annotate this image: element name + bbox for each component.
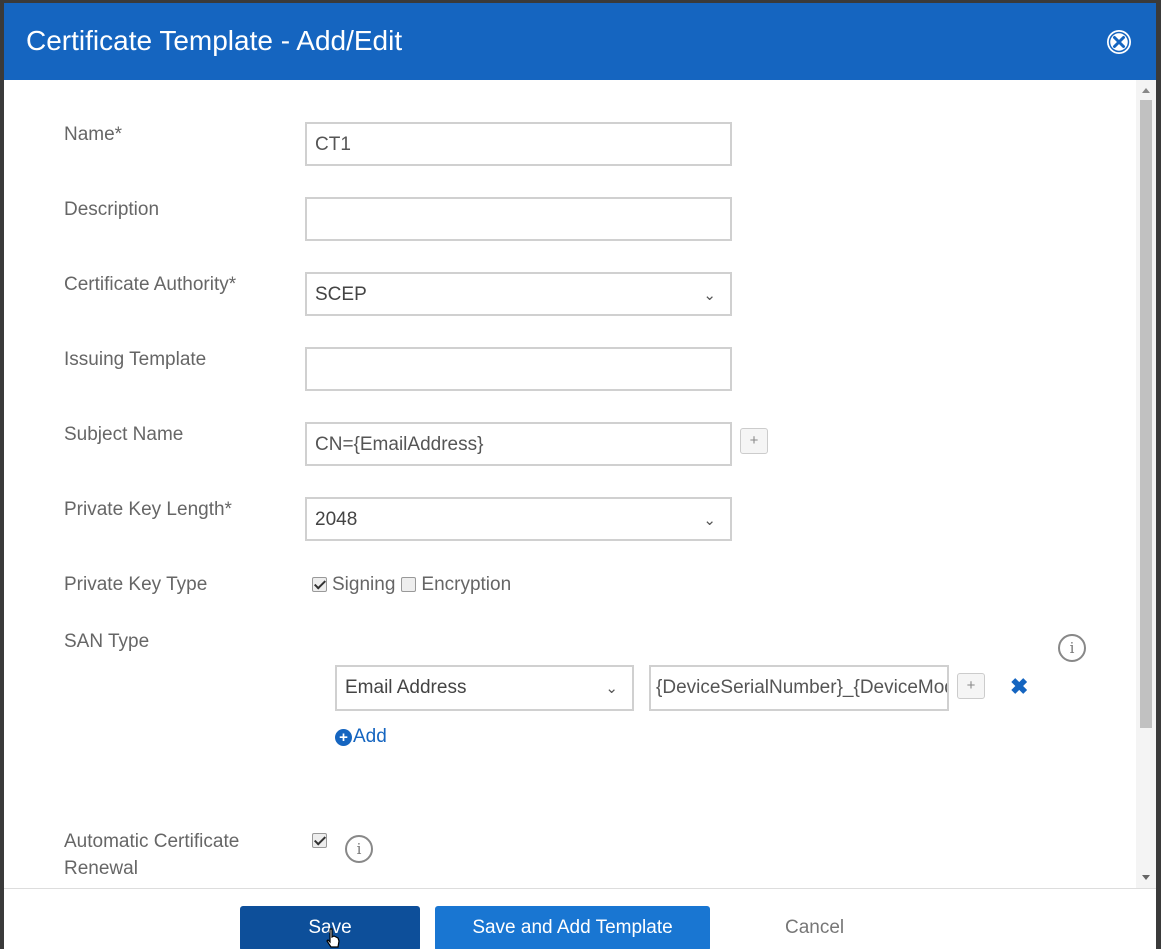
hand-cursor-icon — [326, 928, 340, 948]
signing-checkbox[interactable] — [312, 577, 327, 592]
san-type-select[interactable]: Email Address ⌄ — [335, 665, 634, 711]
auto-renewal-checkbox[interactable] — [312, 833, 327, 848]
encryption-checkbox[interactable] — [401, 577, 417, 592]
subject-name-input[interactable]: CN={EmailAddress} — [305, 422, 732, 466]
private-key-length-value: 2048 — [315, 509, 358, 530]
name-label: Name* — [64, 124, 123, 145]
certificate-authority-value: SCEP — [315, 284, 367, 305]
add-san-link[interactable]: + Add — [335, 726, 387, 748]
san-plus-button[interactable]: + — [957, 673, 985, 699]
dialog-footer: Save Save and Add Template Cancel — [4, 888, 1156, 949]
subject-name-label: Subject Name — [64, 424, 184, 445]
private-key-length-label: Private Key Length* — [64, 499, 232, 520]
chevron-down-icon: ⌄ — [703, 512, 716, 529]
name-input[interactable]: CT1 — [305, 122, 732, 166]
private-key-type-options: Signing Encryption — [312, 571, 511, 598]
certificate-authority-select[interactable]: SCEP ⌄ — [305, 272, 732, 316]
add-san-label: Add — [353, 726, 387, 747]
encryption-label: Encryption — [421, 573, 512, 595]
info-icon[interactable]: i — [1058, 634, 1086, 662]
certificate-authority-label: Certificate Authority* — [64, 274, 237, 295]
scrollbar-thumb[interactable] — [1140, 100, 1152, 728]
private-key-type-label: Private Key Type — [64, 574, 208, 595]
subject-name-plus-button[interactable]: + — [740, 428, 768, 454]
auto-renewal-label: Automatic Certificate Renewal — [64, 831, 240, 879]
chevron-down-icon: ⌄ — [703, 287, 716, 304]
description-input[interactable] — [305, 197, 732, 241]
info-icon[interactable]: i — [345, 835, 373, 863]
certificate-template-dialog: Certificate Template - Add/Edit Name* CT… — [4, 3, 1156, 949]
cancel-button[interactable]: Cancel — [785, 906, 844, 949]
signing-label: Signing — [332, 573, 396, 595]
issuing-template-input[interactable] — [305, 347, 732, 391]
san-type-label: SAN Type — [64, 631, 150, 652]
remove-x-icon[interactable]: ✖ — [1010, 676, 1028, 698]
plus-circle-icon: + — [335, 728, 352, 746]
dialog-body: Name* CT1 Description Certificate Author… — [4, 80, 1156, 888]
san-value-input[interactable]: {DeviceSerialNumber}_{DeviceModel} — [649, 665, 949, 711]
dialog-title: Certificate Template - Add/Edit — [26, 25, 403, 56]
save-and-add-template-button[interactable]: Save and Add Template — [435, 906, 710, 949]
description-label: Description — [64, 199, 160, 220]
close-circle-icon[interactable] — [1106, 29, 1132, 55]
chevron-down-icon: ⌄ — [605, 680, 618, 697]
private-key-length-select[interactable]: 2048 ⌄ — [305, 497, 732, 541]
san-type-value: Email Address — [345, 677, 467, 698]
scroll-down-arrow-icon[interactable] — [1142, 875, 1150, 880]
scroll-up-arrow-icon[interactable] — [1142, 88, 1150, 93]
dialog-title-bar: Certificate Template - Add/Edit — [4, 3, 1156, 80]
issuing-template-label: Issuing Template — [64, 349, 207, 370]
